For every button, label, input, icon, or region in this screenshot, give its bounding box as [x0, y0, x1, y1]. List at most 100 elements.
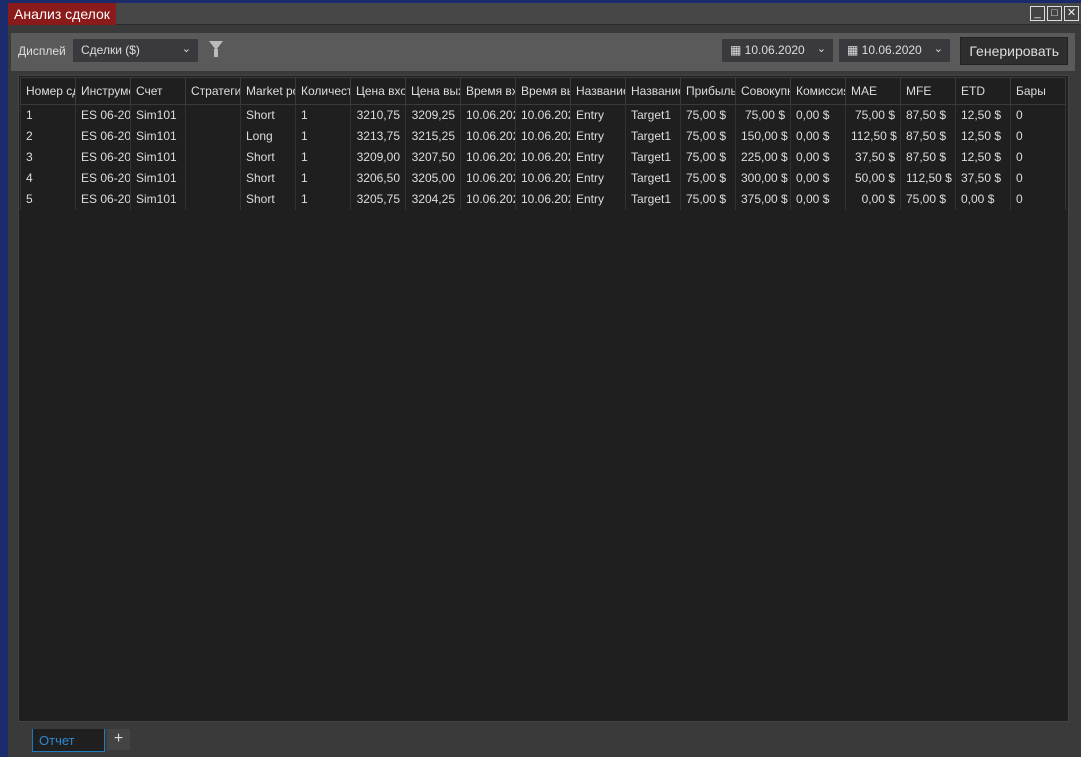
window-title: Анализ сделок: [8, 3, 116, 25]
minimize-button[interactable]: _: [1030, 6, 1045, 21]
table-cell: 10.06.2020: [515, 146, 571, 168]
table-cell: Entry: [570, 188, 626, 210]
column-header[interactable]: Комиссия: [790, 77, 846, 105]
table-cell: Short: [240, 146, 296, 168]
table-cell: Sim101: [130, 125, 186, 147]
table-cell: 12,50 $: [955, 125, 1011, 147]
column-header[interactable]: Market pos.: [240, 77, 296, 105]
table-cell: Short: [240, 167, 296, 189]
column-header[interactable]: Время выхода: [515, 77, 571, 105]
table-cell: 4: [20, 167, 76, 189]
table-cell: 3215,25: [405, 125, 461, 147]
close-button[interactable]: ✕: [1064, 6, 1079, 21]
date-to-picker[interactable]: ▦ 10.06.2020 ⌄: [839, 39, 950, 62]
column-header[interactable]: Время входа: [460, 77, 516, 105]
date-from-picker[interactable]: ▦ 10.06.2020 ⌄: [722, 39, 833, 62]
column-header[interactable]: MFE: [900, 77, 956, 105]
table-cell: Short: [240, 188, 296, 210]
column-header[interactable]: Счет: [130, 77, 186, 105]
table-cell: 3206,50: [350, 167, 406, 189]
table-cell: Sim101: [130, 167, 186, 189]
table-cell: ES 06-20: [75, 104, 131, 126]
table-cell: 225,00 $: [735, 146, 791, 168]
header-row: Номер сделкиИнструментСчетСтратегияMarke…: [20, 77, 1066, 105]
table-cell: 3: [20, 146, 76, 168]
tab-bar: Отчет +: [32, 729, 130, 752]
column-header[interactable]: MAE: [845, 77, 901, 105]
column-header[interactable]: Стратегия: [185, 77, 241, 105]
table-cell: 112,50 $: [900, 167, 956, 189]
maximize-button[interactable]: □: [1047, 6, 1062, 21]
table-cell: 75,00 $: [680, 146, 736, 168]
table-cell: 12,50 $: [955, 104, 1011, 126]
table-cell: 0,00 $: [790, 125, 846, 147]
table-cell: 112,50 $: [845, 125, 901, 147]
tab-report[interactable]: Отчет: [32, 729, 105, 752]
column-header[interactable]: Название выхода: [625, 77, 681, 105]
table-cell: 5: [20, 188, 76, 210]
table-cell: 75,00 $: [680, 167, 736, 189]
column-header[interactable]: Количество: [295, 77, 351, 105]
table-cell: 10.06.2020: [515, 188, 571, 210]
table-cell: 3207,50: [405, 146, 461, 168]
filter-icon[interactable]: [209, 41, 223, 57]
title-bar[interactable]: Анализ сделок _ □ ✕: [8, 3, 1081, 25]
table-cell: 10.06.2020: [460, 188, 516, 210]
column-header[interactable]: Цена выхода: [405, 77, 461, 105]
table-row[interactable]: 4 ES 06-20 Sim101 Short 1 3206,50 3205,00 10.06…: [20, 167, 1066, 189]
table-cell: Entry: [570, 167, 626, 189]
toolbar: Дисплей Сделки ($) ⌄ ▦ 10.06.2020 ⌄ ▦ 10.0…: [11, 33, 1075, 71]
calendar-icon: ▦: [847, 43, 862, 57]
column-header[interactable]: Название входа: [570, 77, 626, 105]
table-cell: 3209,25: [405, 104, 461, 126]
display-select[interactable]: Сделки ($) ⌄: [73, 39, 198, 62]
column-header[interactable]: Номер сделки: [20, 77, 76, 105]
table-row[interactable]: 3 ES 06-20 Sim101 Short 1 3209,00 3207,50 10.06…: [20, 146, 1066, 168]
date-from-value: 10.06.2020: [744, 43, 805, 57]
table-row[interactable]: 2 ES 06-20 Sim101 Long 1 3213,75 3215,25 10.06.…: [20, 125, 1066, 147]
chevron-down-icon: ⌄: [933, 43, 943, 55]
table-cell: Target1: [625, 146, 681, 168]
table-cell: 0: [1010, 125, 1066, 147]
table-cell: 0,00 $: [955, 188, 1011, 210]
table-cell: 0: [1010, 167, 1066, 189]
table-cell: 150,00 $: [735, 125, 791, 147]
column-header[interactable]: Инструмент: [75, 77, 131, 105]
table-cell: [185, 167, 241, 189]
table-cell: 0,00 $: [790, 167, 846, 189]
column-header[interactable]: Цена входа: [350, 77, 406, 105]
table-cell: 0: [1010, 104, 1066, 126]
table-cell: 10.06.2020: [515, 125, 571, 147]
table-cell: Target1: [625, 188, 681, 210]
table-cell: 75,00 $: [680, 188, 736, 210]
table-cell: 10.06.2020: [515, 167, 571, 189]
table-cell: 3210,75: [350, 104, 406, 126]
table-row[interactable]: 5 ES 06-20 Sim101 Short 1 3205,75 3204,25 10.06…: [20, 188, 1066, 210]
table-cell: 1: [295, 188, 351, 210]
add-tab-button[interactable]: +: [107, 729, 130, 750]
trades-grid: Номер сделкиИнструментСчетСтратегияMarke…: [18, 75, 1069, 722]
table-cell: ES 06-20: [75, 188, 131, 210]
table-cell: 37,50 $: [955, 167, 1011, 189]
table-cell: 75,00 $: [680, 125, 736, 147]
column-header[interactable]: Прибыль: [680, 77, 736, 105]
table-cell: ES 06-20: [75, 146, 131, 168]
table-cell: [185, 125, 241, 147]
table-cell: 87,50 $: [900, 125, 956, 147]
column-header[interactable]: Бары: [1010, 77, 1066, 105]
table-cell: Sim101: [130, 188, 186, 210]
table-cell: [185, 188, 241, 210]
trade-analysis-window: Анализ сделок _ □ ✕ Дисплей Сделки ($) ⌄ …: [8, 3, 1081, 757]
table-cell: 75,00 $: [735, 104, 791, 126]
table-cell: Target1: [625, 104, 681, 126]
generate-button[interactable]: Генерировать: [960, 37, 1068, 65]
calendar-icon: ▦: [730, 43, 745, 57]
table-cell: 3205,00: [405, 167, 461, 189]
table-cell: 300,00 $: [735, 167, 791, 189]
table-cell: 2: [20, 125, 76, 147]
column-header[interactable]: ETD: [955, 77, 1011, 105]
table-cell: Target1: [625, 167, 681, 189]
column-header[interactable]: Совокупная прибыль: [735, 77, 791, 105]
table-cell: 0,00 $: [845, 188, 901, 210]
table-row[interactable]: 1 ES 06-20 Sim101 Short 1 3210,75 3209,25 10.06…: [20, 104, 1066, 126]
